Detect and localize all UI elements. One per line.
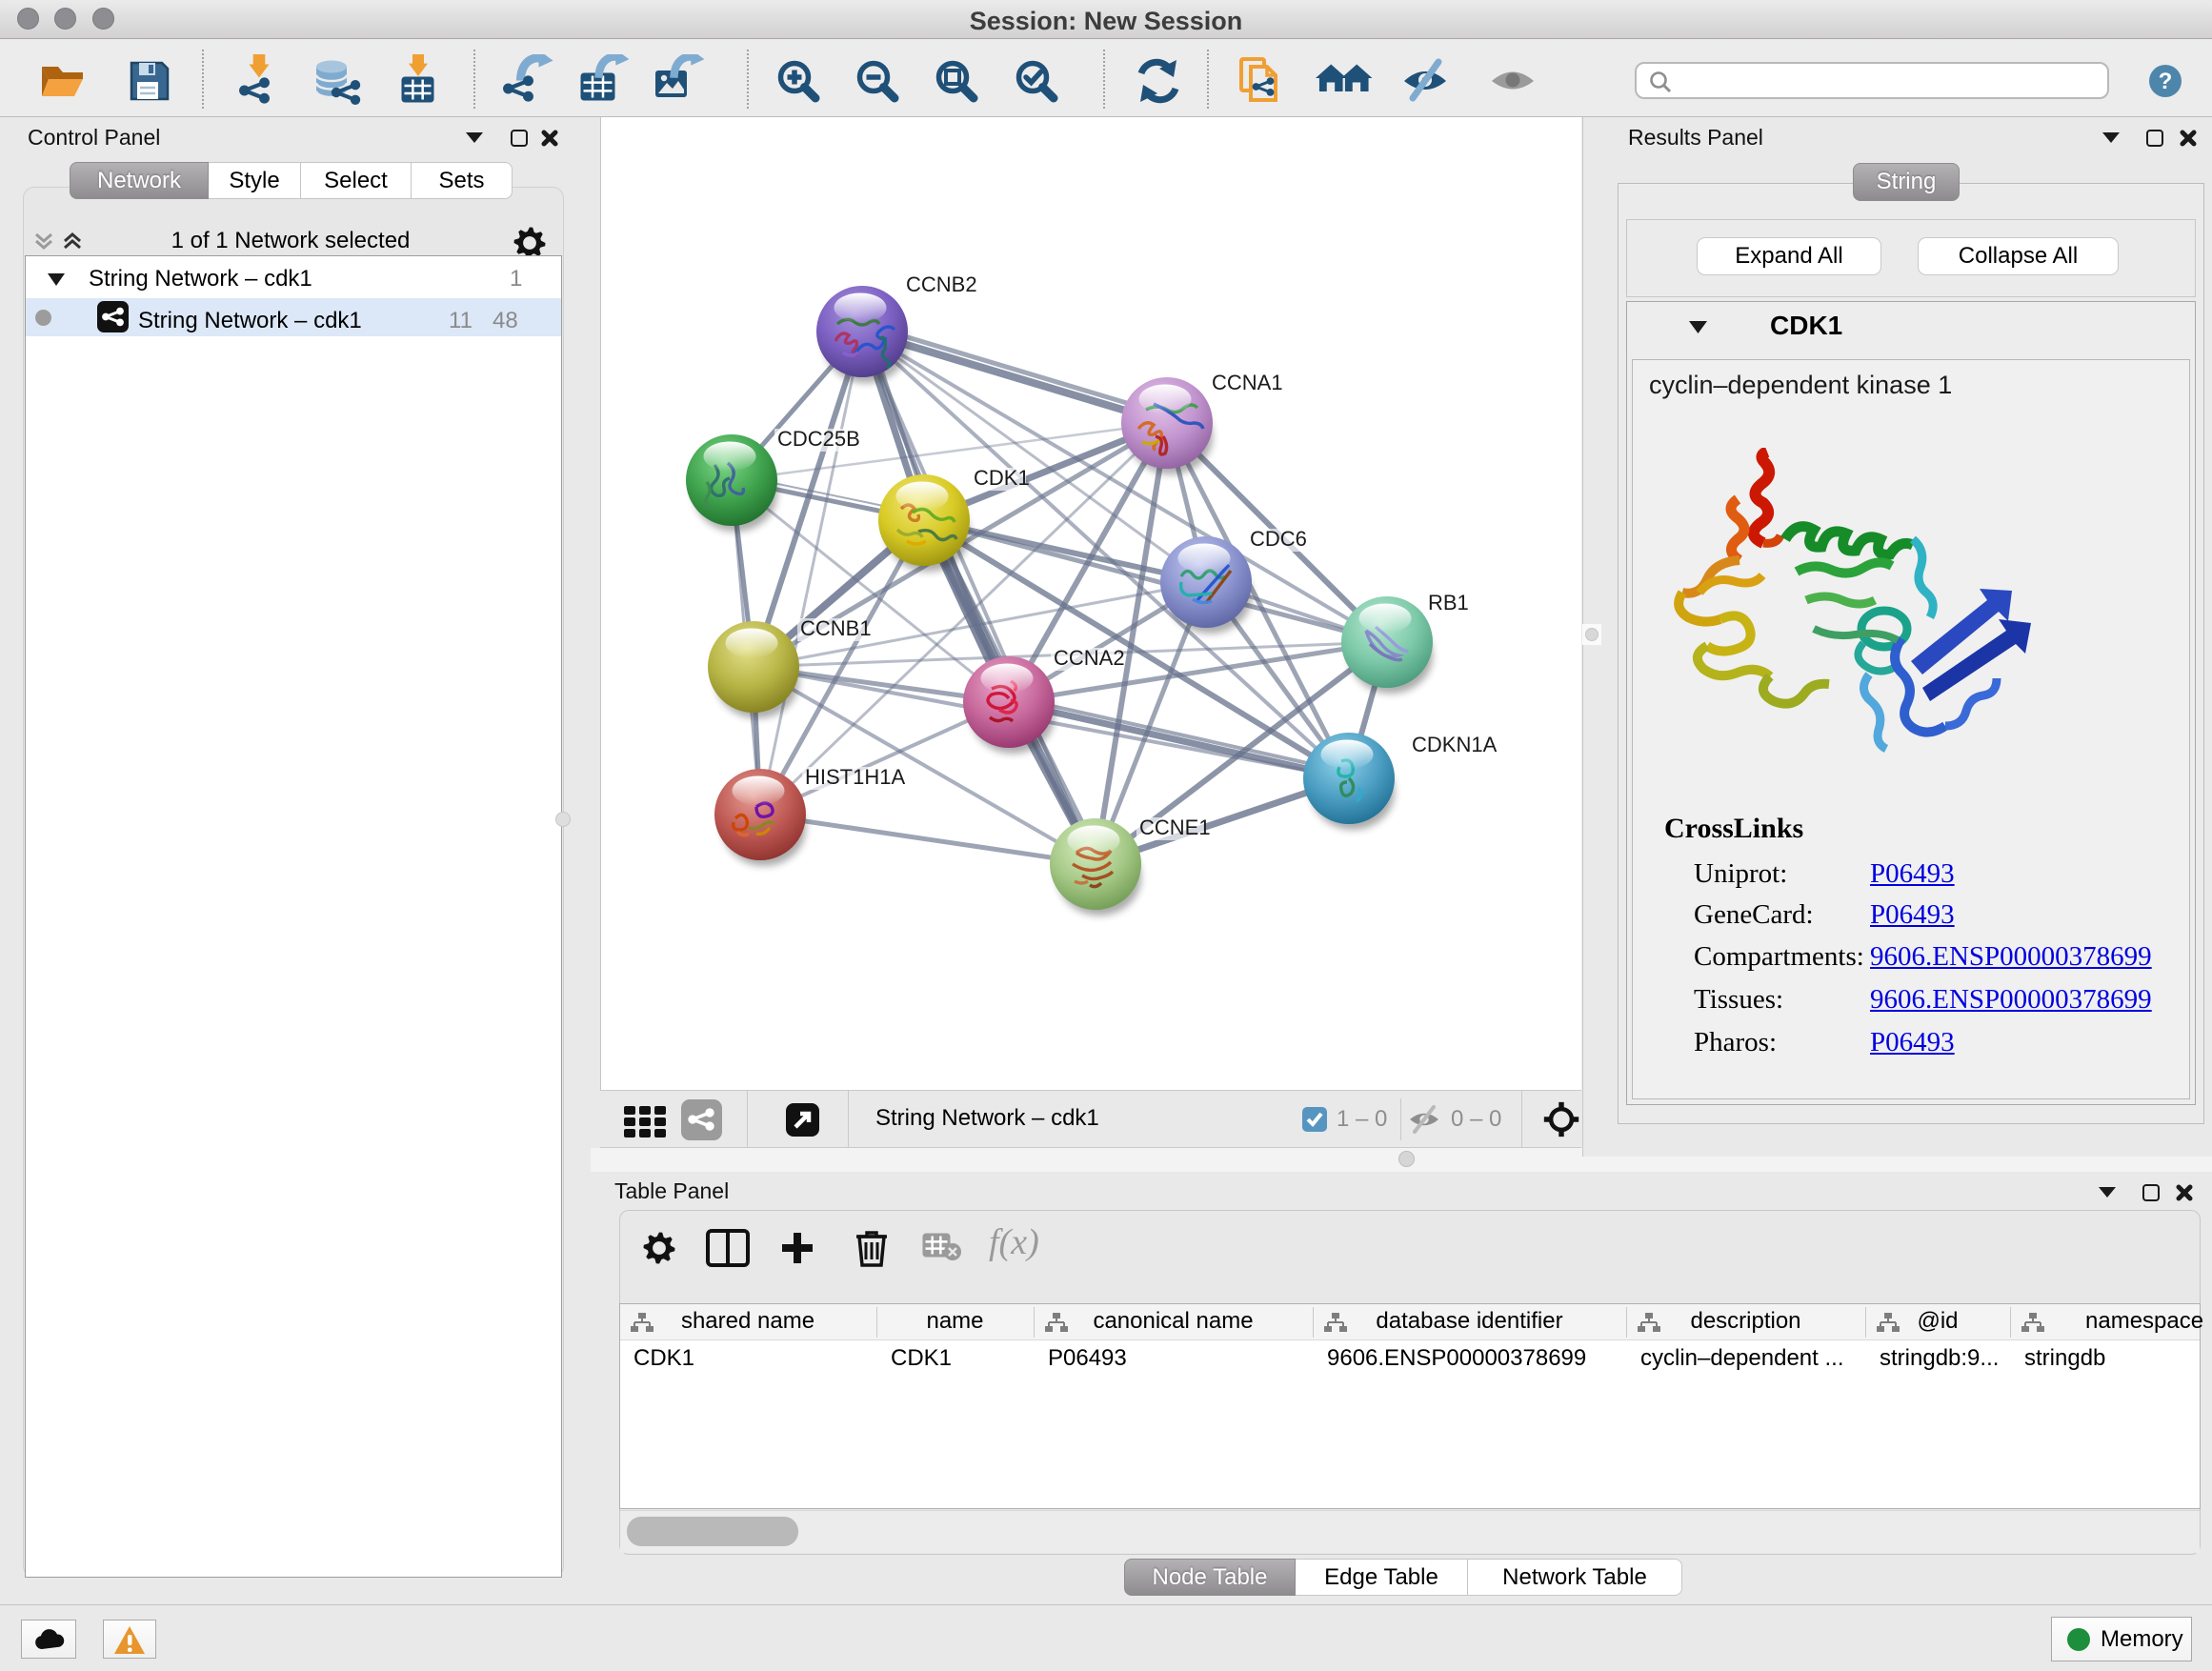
svg-text:CDC25B: CDC25B (777, 427, 860, 451)
svg-text:CDK1: CDK1 (974, 466, 1030, 490)
svg-text:CDKN1A: CDKN1A (1412, 733, 1498, 756)
svg-text:?: ? (2159, 69, 2173, 94)
svg-text:CCNE1: CCNE1 (1139, 815, 1211, 839)
svg-text:CCNB1: CCNB1 (800, 616, 872, 640)
svg-text:CCNA2: CCNA2 (1054, 646, 1125, 670)
svg-text:HIST1H1A: HIST1H1A (805, 765, 905, 789)
svg-text:RB1: RB1 (1428, 591, 1469, 614)
svg-text:CCNA1: CCNA1 (1212, 371, 1283, 394)
svg-text:CCNB2: CCNB2 (906, 272, 977, 296)
svg-text:CDC6: CDC6 (1250, 527, 1307, 551)
